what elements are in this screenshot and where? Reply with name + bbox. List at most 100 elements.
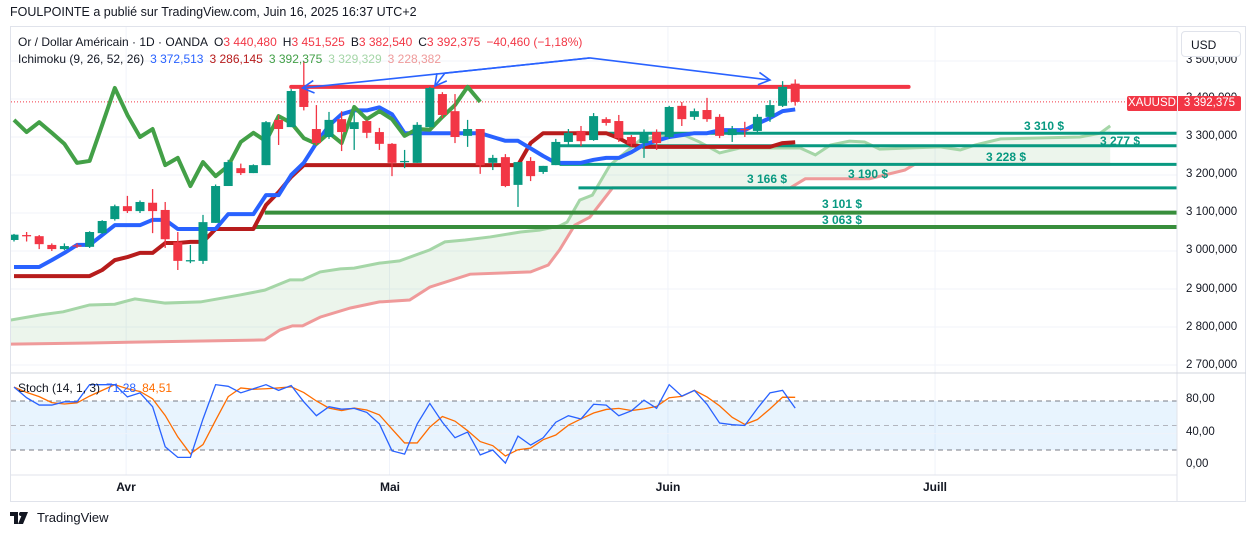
candle[interactable] <box>236 163 246 175</box>
candle[interactable] <box>425 86 435 128</box>
close-label: C <box>418 35 427 49</box>
arrow-back-to-second-high-line[interactable] <box>434 57 590 87</box>
candle[interactable] <box>740 121 750 137</box>
level-label-3310: 3 310 $ <box>1024 119 1065 133</box>
candle[interactable] <box>135 200 145 213</box>
stoch-title[interactable]: Stoch (14, 1, 3) <box>18 381 100 395</box>
candle[interactable] <box>488 154 498 171</box>
tradingview-logo-icon <box>10 511 28 524</box>
candle[interactable] <box>148 189 158 234</box>
level-label-3277: 3 277 $ <box>1100 134 1141 148</box>
candle-body <box>526 160 536 177</box>
candle-body <box>727 129 737 136</box>
candle[interactable] <box>538 165 548 174</box>
candle[interactable] <box>286 89 296 128</box>
candle[interactable] <box>248 164 258 174</box>
candle-body <box>148 202 158 212</box>
candle[interactable] <box>122 195 132 213</box>
candle-body <box>59 246 69 250</box>
candle[interactable] <box>22 232 32 242</box>
candle-body <box>211 186 221 223</box>
senkou-a-value: 3 329,329 <box>328 52 382 66</box>
ichimoku-legend: Ichimoku (9, 26, 52, 26) 3 372,513 3 286,1… <box>18 52 447 66</box>
candle[interactable] <box>362 119 372 139</box>
candle-body <box>185 260 195 262</box>
candle-body <box>475 129 485 166</box>
candle[interactable] <box>374 127 384 150</box>
candle[interactable] <box>551 138 561 166</box>
candle[interactable] <box>601 117 611 126</box>
candle-body <box>97 220 107 234</box>
candle-body <box>261 122 271 166</box>
candle[interactable] <box>211 184 221 223</box>
candle-body <box>790 83 800 102</box>
price-tick: 3 200,000 <box>1186 168 1238 180</box>
candle[interactable] <box>689 108 699 120</box>
time-tick: Juill <box>922 480 948 494</box>
chart-canvas[interactable] <box>0 0 1257 536</box>
kijun-value: 3 286,145 <box>209 52 263 66</box>
candle[interactable] <box>437 92 447 118</box>
close-value: 3 392,375 <box>426 35 481 49</box>
candle-body <box>198 222 208 261</box>
candle-body <box>286 91 296 128</box>
symbol-legend: Or / Dollar Américain · 1D · OANDA O3 440… <box>18 35 588 49</box>
candle-body <box>626 137 636 144</box>
candle-body <box>412 124 422 163</box>
candle[interactable] <box>677 102 687 126</box>
candle[interactable] <box>715 114 725 139</box>
candle[interactable] <box>311 105 321 145</box>
candle[interactable] <box>97 220 107 234</box>
candle[interactable] <box>664 105 674 139</box>
stoch-tick: 0,00 <box>1186 458 1209 470</box>
last-price-tag: 3 392,375 <box>1178 96 1241 111</box>
candle[interactable] <box>475 129 485 174</box>
candle-body <box>563 132 573 142</box>
candle[interactable] <box>513 162 523 207</box>
time-tick: Mai <box>379 480 401 494</box>
time-tick: Avr <box>116 480 136 494</box>
candle[interactable] <box>463 119 473 147</box>
candle[interactable] <box>110 204 120 221</box>
candle-body <box>236 168 246 174</box>
candle[interactable] <box>261 121 271 166</box>
candle-body <box>72 245 82 247</box>
symbol-name[interactable]: Or / Dollar Américain · 1D · OANDA <box>18 35 208 49</box>
candle[interactable] <box>47 243 57 251</box>
candle[interactable] <box>576 125 586 147</box>
candle[interactable] <box>173 232 183 270</box>
candle-body <box>299 87 309 107</box>
candle-body <box>551 141 561 166</box>
candle-body <box>85 232 95 247</box>
tradingview-logo[interactable]: TradingView <box>10 510 109 525</box>
candle[interactable] <box>34 235 44 250</box>
candle-body <box>311 129 321 144</box>
candle[interactable] <box>752 114 762 133</box>
candle-body <box>463 129 473 136</box>
logo-text: TradingView <box>37 510 109 525</box>
candle[interactable] <box>412 122 422 163</box>
candle[interactable] <box>614 114 624 142</box>
candle[interactable] <box>198 214 208 264</box>
price-tick: 2 700,000 <box>1186 359 1238 371</box>
candle-body <box>513 162 523 185</box>
candle[interactable] <box>387 143 397 177</box>
level-label-3166: 3 166 $ <box>747 172 788 186</box>
candle[interactable] <box>185 244 195 264</box>
candle[interactable] <box>526 157 536 182</box>
level-label-3063: 3 063 $ <box>822 213 863 227</box>
candle[interactable] <box>223 159 233 187</box>
time-tick: Juin <box>655 480 681 494</box>
ichimoku-title[interactable]: Ichimoku (9, 26, 52, 26) <box>18 52 144 66</box>
candle[interactable] <box>324 111 334 139</box>
price-tick: 3 000,000 <box>1186 244 1238 256</box>
candle[interactable] <box>589 113 599 141</box>
currency-button[interactable]: USD <box>1181 31 1241 57</box>
high-value: 3 451,525 <box>291 35 345 49</box>
candle[interactable] <box>790 79 800 106</box>
candle[interactable] <box>10 233 19 242</box>
candle-body <box>500 157 510 187</box>
candle[interactable] <box>85 231 95 248</box>
price-tick: 2 900,000 <box>1186 283 1238 295</box>
candle[interactable] <box>500 154 510 188</box>
